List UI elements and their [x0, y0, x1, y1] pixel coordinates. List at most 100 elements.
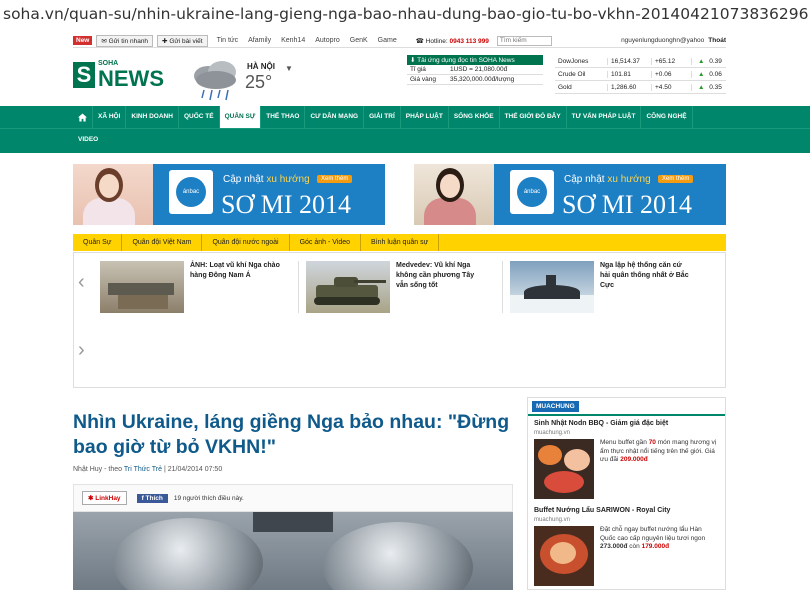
article-source-link[interactable]: Tri Thức Trẻ [124, 466, 162, 473]
stock-change: +65.12 [651, 57, 691, 65]
slider-image-tank [306, 261, 390, 313]
new-badge: New [73, 36, 93, 45]
nav-quoc-te[interactable]: QUỐC TẾ [179, 106, 220, 128]
quick-send-button[interactable]: ✉ Gửi tin nhanh [96, 34, 154, 47]
rain-cloud-icon [194, 61, 236, 101]
deal-count: 70 [648, 439, 656, 446]
nav-phap-luat[interactable]: PHÁP LUẬT [401, 106, 449, 128]
hotline-number: 0943 113 999 [449, 37, 489, 45]
banner-model-image [73, 164, 153, 225]
search-input[interactable] [496, 35, 552, 46]
stock-row: Crude Oil 101.81 +0.06 ▲ 0.06 [555, 68, 726, 81]
banner-more-button[interactable]: Xem thêm [658, 175, 694, 183]
quick-send-label: Gửi tin nhanh [108, 37, 149, 45]
subnav-goc-anh-video[interactable]: Góc ảnh - Video [290, 234, 362, 251]
toplink-game[interactable]: Game [378, 37, 397, 44]
deal-price: 209.000đ [620, 456, 648, 463]
facebook-icon: f [141, 494, 144, 502]
ad-banner-right[interactable]: ánbac Cập nhật xu hướng Xem thêm SƠ MI 2… [414, 164, 726, 225]
category-subnav: Quân Sự Quân đội Việt Nam Quân đội nước … [73, 234, 726, 251]
chevron-left-icon[interactable]: ‹ [78, 271, 85, 294]
banner-model-image [414, 164, 494, 225]
slider-image-submarine [510, 261, 594, 313]
brand-logo: ánbac [169, 170, 213, 214]
browser-url[interactable]: soha.vn/quan-su/nhin-ukraine-lang-gieng-… [0, 0, 810, 30]
nav-video[interactable]: VIDEO [78, 136, 98, 143]
banner-headline: SƠ MI 2014 [562, 190, 693, 219]
nav-cu-dan-mang[interactable]: CƯ DÂN MẠNG [305, 106, 365, 128]
nav-song-khoe[interactable]: SỐNG KHỎE [449, 106, 500, 128]
nav-quan-su[interactable]: QUÂN SỰ [219, 106, 262, 128]
article-date: | 21/04/2014 07:50 [163, 466, 223, 473]
weather-widget[interactable]: HÀ NỘI 25° ▼ [190, 58, 300, 106]
banner-headline: SƠ MI 2014 [221, 190, 352, 219]
stock-name: Gold [558, 83, 572, 91]
nav-the-gioi-do-day[interactable]: THẾ GIỚI ĐÓ ĐÂY [500, 106, 567, 128]
logo-mark: S [73, 62, 95, 88]
weather-temp: 25° [245, 72, 273, 92]
toplink-genk[interactable]: GenK [350, 37, 368, 44]
banner-caption: Cập nhật xu hướng [223, 174, 310, 185]
deal-text-a: Menu buffet gần [600, 439, 647, 446]
nav-cong-nghe[interactable]: CÔNG NGHỆ [641, 106, 693, 128]
facebook-like-button[interactable]: f Thích [136, 493, 168, 503]
deal-source: muachung.vn [534, 517, 571, 523]
post-article-button[interactable]: ✚ Gửi bài viết [157, 34, 208, 47]
brand-logo: ánbac [510, 170, 554, 214]
post-article-label: Gửi bài viết [169, 37, 203, 45]
subnav-quan-doi-nuoc-ngoai[interactable]: Quân đội nước ngoài [202, 234, 290, 251]
slider-item[interactable]: ẢNH: Loạt vũ khí Nga chào hàng Đông Nam … [100, 261, 282, 313]
chevron-right-icon[interactable]: › [78, 339, 85, 362]
article-hero-image [73, 512, 513, 590]
toplink-tintuc[interactable]: Tin tức [217, 37, 239, 44]
stock-name: Crude Oil [558, 70, 586, 78]
banner-cap-text: Cập nhật [223, 174, 264, 185]
ad-banner-left[interactable]: ánbac Cập nhật xu hướng Xem thêm SƠ MI 2… [73, 164, 385, 225]
stock-row: DowJones 16,514.37 +65.12 ▲ 0.39 [555, 55, 726, 68]
linkhay-button[interactable]: ✱ LinkHay [82, 491, 127, 505]
deal-item[interactable]: Buffet Nướng Lẩu SARIWON - Royal City mu… [528, 499, 725, 586]
linkhay-label: LinkHay [95, 495, 121, 502]
muachung-logo[interactable]: MUACHUNG [532, 400, 579, 412]
chevron-down-icon[interactable]: ▼ [285, 64, 293, 73]
facebook-like-label: Thích [145, 494, 163, 502]
site-logo[interactable]: S SOHA NEWS [73, 60, 164, 90]
deal-title[interactable]: Buffet Nướng Lẩu SARIWON - Royal City [534, 507, 719, 514]
home-icon[interactable] [73, 106, 93, 128]
slider-item[interactable]: Nga lập hệ thống căn cứ hải quân thống n… [510, 261, 692, 313]
related-news-slider: ‹ › ẢNH: Loạt vũ khí Nga chào hàng Đông … [73, 252, 726, 388]
slider-item-title: Medvedev: Vũ khí Nga không cần phương Tâ… [396, 262, 475, 289]
app-download-link[interactable]: ⬇ Tải ứng dụng đọc tin SOHA News [407, 55, 543, 65]
banner-more-button[interactable]: Xem thêm [317, 175, 353, 183]
deal-title[interactable]: Sinh Nhật Nodn BBQ - Giảm giá đặc biệt [534, 420, 719, 427]
deal-text-a: Đặt chỗ ngay buffet nướng lẩu Hàn Quốc c… [600, 526, 706, 542]
slider-item-title: Nga lập hệ thống căn cứ hải quân thống n… [600, 262, 689, 289]
deal-item[interactable]: Sinh Nhật Nodn BBQ - Giảm giá đặc biệt m… [528, 416, 725, 499]
market-label: Tỉ giá [410, 66, 426, 73]
market-info: ⬇ Tải ứng dụng đọc tin SOHA News Tỉ giá 1… [407, 55, 543, 85]
hotline-label: Hotline: [425, 37, 448, 45]
phone-icon: ☎ [415, 37, 424, 45]
stock-pct: 0.39 [709, 57, 722, 65]
user-name[interactable]: nguyenlungduonghn@yahoo [621, 37, 704, 44]
toplink-afamily[interactable]: Afamily [248, 37, 271, 44]
slider-item[interactable]: Medvedev: Vũ khí Nga không cần phương Tâ… [306, 261, 488, 313]
banner-cap-text: Cập nhật [564, 174, 605, 185]
nav-tu-van-phap-luat[interactable]: TƯ VẤN PHÁP LUẬT [567, 106, 642, 128]
stock-name: DowJones [558, 57, 589, 65]
muachung-sidebar: MUACHUNG Sinh Nhật Nodn BBQ - Giảm giá đ… [527, 397, 726, 590]
hotline: ☎ Hotline: 0943 113 999 [416, 37, 489, 45]
nav-giai-tri[interactable]: GIẢI TRÍ [364, 106, 401, 128]
toplink-kenh14[interactable]: Kenh14 [281, 37, 305, 44]
nav-kinh-doanh[interactable]: KINH DOANH [126, 106, 179, 128]
toplink-autopro[interactable]: Autopro [315, 37, 340, 44]
stock-change: +0.06 [651, 70, 691, 78]
subnav-binh-luan-quan-su[interactable]: Bình luận quân sự [361, 234, 440, 251]
stock-value: 1,286.60 [607, 83, 651, 91]
secondary-nav-bar [0, 128, 810, 153]
logout-link[interactable]: Thoát [708, 37, 726, 44]
nav-xa-hoi[interactable]: XÃ HỘI [93, 106, 127, 128]
subnav-quan-doi-viet-nam[interactable]: Quân đội Việt Nam [122, 234, 203, 251]
subnav-quan-su[interactable]: Quân Sự [73, 234, 123, 251]
nav-the-thao[interactable]: THỂ THAO [261, 106, 306, 128]
